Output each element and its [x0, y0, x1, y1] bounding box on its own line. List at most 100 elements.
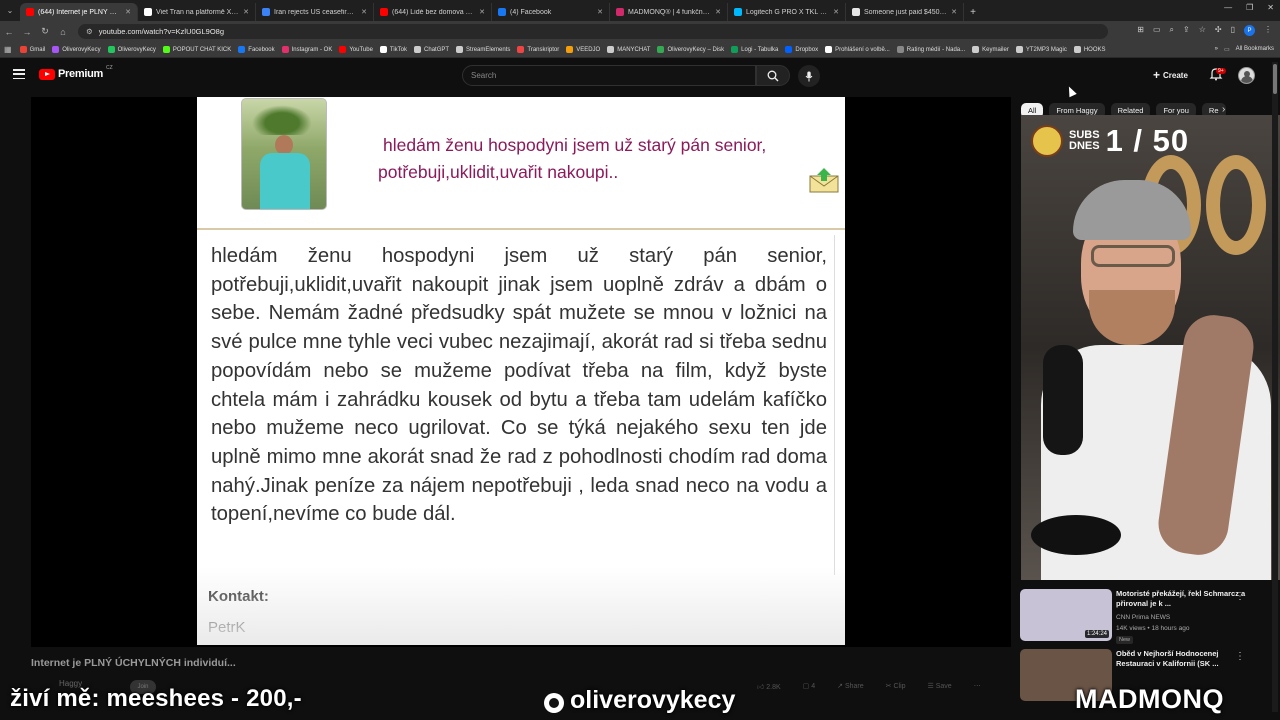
browser-tab[interactable]: (4) Facebook ✕ [492, 3, 610, 21]
bookmark-item[interactable]: YouTube [339, 46, 373, 53]
more-actions-icon[interactable]: ⋯ [974, 682, 981, 691]
tab-close-icon[interactable]: ✕ [479, 8, 485, 16]
browser-tab[interactable]: Viet Tran na platformě X: „@... ✕ [138, 3, 256, 21]
site-info-icon[interactable]: ⚙ [86, 27, 93, 36]
video-thumbnail[interactable]: 1:24:24 [1020, 589, 1112, 641]
bookmark-item[interactable]: ChatGPT [414, 46, 449, 53]
bookmark-item[interactable]: Keymailer [972, 46, 1009, 53]
video-frame-slide: hledám ženu hospodyni jsem už starý pán … [197, 97, 845, 645]
extensions-icon[interactable]: ✣ [1215, 25, 1222, 36]
share-label: Share [844, 683, 864, 690]
browser-tab[interactable]: Iran rejects US ceasefire plan a... ✕ [256, 3, 374, 21]
chevron-right-icon[interactable]: › [1222, 104, 1225, 115]
subs-counter: SUBS DNES 1 / 50 [1031, 123, 1189, 159]
browser-tab[interactable]: (644) Lidé bez domova v rámci... ✕ [374, 3, 492, 21]
bookmark-item[interactable]: POPOUT CHAT KICK [162, 46, 231, 53]
bookmark-item[interactable]: StreamElements [456, 46, 510, 53]
url-field[interactable]: ⚙ youtube.com/watch?v=KzlU0GL9O8g [78, 24, 1108, 39]
bookmark-item[interactable]: MANYCHAT [607, 46, 650, 53]
tab-close-icon[interactable]: ✕ [597, 8, 603, 16]
share-button[interactable]: ↗ Share [837, 682, 864, 691]
tab-search-icon[interactable]: ⌄ [0, 0, 20, 21]
search-button[interactable] [756, 65, 790, 86]
new-tab-button[interactable]: + [964, 3, 982, 21]
tabs-container: (644) Internet je PLNÝ ÚCHYLNÝCH✕Viet Tr… [20, 3, 964, 21]
page-scrollbar[interactable] [1272, 62, 1278, 712]
overlay-brand: MADMONQ [1075, 684, 1224, 714]
recommended-video[interactable]: 1:24:24 Motoristé překážejí, řekl Schmarc… [1020, 589, 1268, 644]
minimize-icon[interactable]: — [1224, 3, 1232, 12]
all-bookmarks-link[interactable]: All Bookmarks [1236, 46, 1274, 53]
apps-icon[interactable]: ▦ [4, 45, 12, 54]
more-bookmarks-icon[interactable]: » [1215, 46, 1218, 53]
bookmark-item[interactable]: YT2MP3 Magic [1015, 46, 1067, 53]
bookmark-label: YouTube [349, 46, 373, 53]
subs-label: SUBS DNES [1069, 130, 1100, 152]
bookmark-item[interactable]: OliverovyKecy [107, 46, 156, 53]
tab-title: (4) Facebook [510, 8, 552, 16]
zoom-icon[interactable]: ⌕ [1170, 25, 1174, 36]
bookmark-favicon-icon [414, 46, 422, 53]
tab-close-icon[interactable]: ✕ [361, 8, 367, 16]
comments-button[interactable]: ▢ 4 [803, 682, 815, 691]
bookmark-item[interactable]: Dropbox [785, 46, 818, 53]
bookmark-label: Transkriptor [527, 46, 560, 53]
home-icon[interactable]: ⌂ [54, 27, 72, 37]
maximize-icon[interactable]: ❐ [1246, 3, 1253, 12]
bookmark-item[interactable]: Instagram - OK [281, 46, 332, 53]
close-window-icon[interactable]: ✕ [1267, 3, 1274, 12]
bookmark-item[interactable]: Rating médií - Nada... [896, 46, 965, 53]
forward-icon[interactable]: → [18, 27, 36, 37]
tab-close-icon[interactable]: ✕ [833, 8, 839, 16]
tab-close-icon[interactable]: ✕ [951, 8, 957, 16]
create-button[interactable]: + Create [1153, 68, 1188, 82]
bookmark-item[interactable]: TikTok [379, 46, 407, 53]
browser-tab[interactable]: Someone just paid $450,000 to... ✕ [846, 3, 964, 21]
browser-tab[interactable]: MADMONQ® | 4 funkční dopl... ✕ [610, 3, 728, 21]
youtube-logo[interactable]: Premium CZ [39, 65, 113, 80]
bookmark-star-icon[interactable]: ☆ [1199, 25, 1206, 36]
tab-close-icon[interactable]: ✕ [715, 8, 721, 16]
browser-tab[interactable]: (644) Internet je PLNÝ ÚCHYLNÝCH ✕ [20, 3, 138, 21]
install-app-icon[interactable]: ⊞ [1137, 25, 1144, 36]
scrollbar-thumb[interactable] [1273, 64, 1277, 94]
browser-menu-icon[interactable]: ⋮ [1264, 25, 1272, 36]
bookmark-favicon-icon [238, 46, 246, 53]
bookmark-item[interactable]: OliverovyKecy – Disk [657, 46, 724, 53]
all-bookmarks-folder-icon: ▭ [1223, 47, 1230, 53]
bookmark-favicon-icon [19, 46, 27, 53]
like-button[interactable]: 👍︎ 2.8K [757, 682, 781, 691]
recommended-title: Oběd v Nejhorší Hodnocenej Restauraci v … [1116, 649, 1219, 668]
menu-icon[interactable] [13, 69, 25, 79]
cast-icon[interactable]: ▭ [1153, 25, 1161, 36]
avatar[interactable] [1238, 67, 1255, 84]
profile-icon[interactable]: P [1244, 25, 1255, 36]
search-input[interactable]: Search [462, 65, 756, 86]
sidepanel-icon[interactable]: ▯ [1231, 25, 1235, 36]
contact-label: Kontakt: [208, 588, 269, 605]
tab-favicon-icon [262, 8, 270, 16]
bookmark-item[interactable]: OliverovyKecy [52, 46, 101, 53]
browser-tab[interactable]: Logitech G PRO X TKL LIGHTSP... ✕ [728, 3, 846, 21]
bookmark-label: YT2MP3 Magic [1025, 46, 1067, 53]
back-icon[interactable]: ← [0, 27, 18, 37]
voice-search-button[interactable] [798, 65, 820, 87]
tab-close-icon[interactable]: ✕ [243, 8, 249, 16]
bookmark-item[interactable]: Logi - Tabulka [731, 46, 778, 53]
address-bar-row: ← → ↻ ⌂ ⚙ youtube.com/watch?v=KzlU0GL9O8… [0, 21, 1280, 42]
more-options-icon[interactable]: ⋮ [1235, 591, 1245, 602]
save-button[interactable]: ☰ Save [928, 682, 952, 691]
share-icon[interactable]: ⇪ [1183, 25, 1190, 36]
clip-button[interactable]: ✂ Clip [886, 682, 906, 691]
bookmark-item[interactable]: Gmail [19, 46, 45, 53]
bookmark-label: Prohlášení o volbě... [835, 46, 890, 53]
tab-close-icon[interactable]: ✕ [125, 8, 131, 16]
bookmark-item[interactable]: VEEDJO [566, 46, 600, 53]
reload-icon[interactable]: ↻ [36, 26, 54, 37]
bookmark-item[interactable]: Transkriptor [517, 46, 559, 53]
bookmark-favicon-icon [607, 46, 615, 53]
bookmark-item[interactable]: Facebook [238, 46, 275, 53]
bookmark-item[interactable]: Prohlášení o volbě... [825, 46, 890, 53]
more-options-icon[interactable]: ⋮ [1235, 651, 1245, 662]
bookmark-item[interactable]: HOOKS [1073, 46, 1106, 53]
